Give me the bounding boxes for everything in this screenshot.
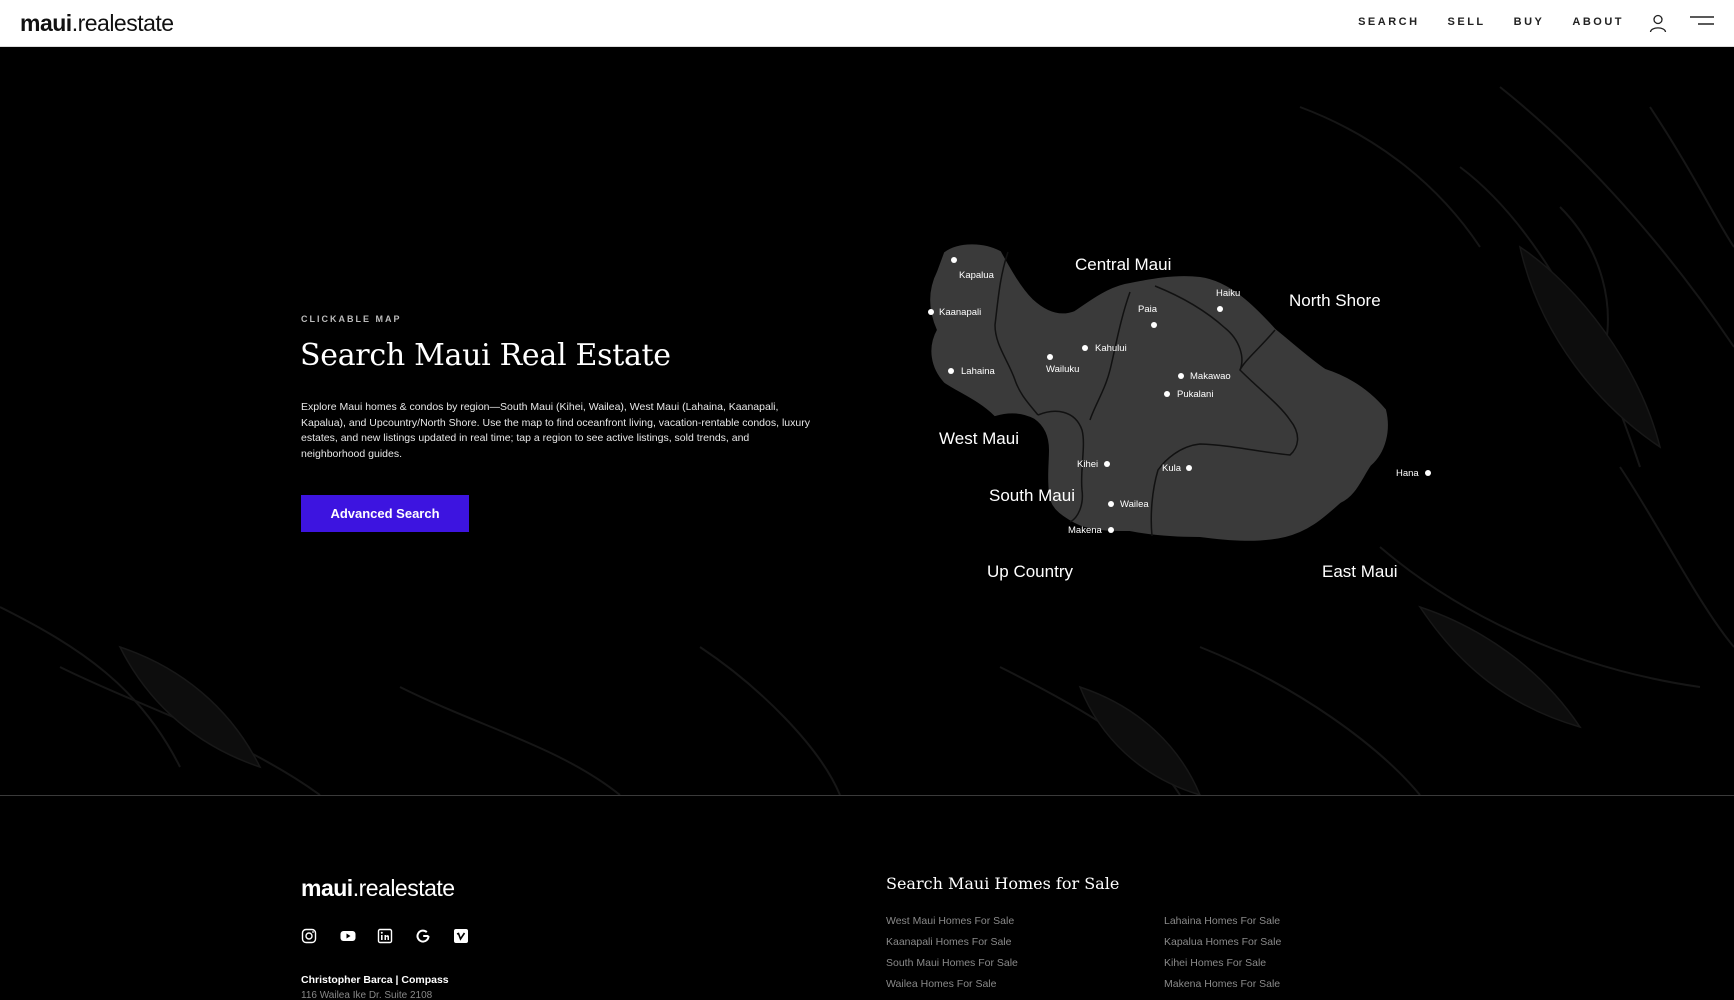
region-south-maui[interactable]: South Maui (989, 486, 1075, 505)
town-haiku[interactable]: Haiku (1216, 288, 1240, 299)
town-lahaina[interactable]: Lahaina (961, 366, 996, 377)
town-paia[interactable]: Paia (1138, 304, 1158, 315)
map-eyebrow: CLICKABLE MAP (301, 314, 402, 324)
footer-links-col-2: Lahaina Homes For Sale Kapalua Homes For… (1164, 914, 1281, 998)
nav-about[interactable]: ABOUT (1572, 16, 1624, 28)
company-address: 116 Wailea Ike Dr. Suite 2108 (301, 990, 433, 1000)
footer-link[interactable]: Kihei Homes For Sale (1164, 956, 1281, 977)
section-divider (0, 795, 1734, 796)
site-header: maui.realestate SEARCH SELL BUY ABOUT (0, 0, 1734, 47)
footer-link[interactable]: West Maui Homes For Sale (886, 914, 1018, 935)
town-kahului[interactable]: Kahului (1095, 343, 1127, 354)
footer-links-col-1: West Maui Homes For Sale Kaanapali Homes… (886, 914, 1018, 998)
town-hana[interactable]: Hana (1396, 468, 1419, 479)
nav-sell[interactable]: SELL (1448, 16, 1486, 28)
hero-section: CLICKABLE MAP Search Maui Real Estate Ex… (0, 47, 1734, 795)
footer-search-heading: Search Maui Homes for Sale (886, 874, 1120, 893)
town-wailuku[interactable]: Wailuku (1046, 364, 1079, 375)
town-pukalani[interactable]: Pukalani (1177, 389, 1213, 400)
linkedin-icon[interactable] (377, 928, 393, 944)
town-kula[interactable]: Kula (1162, 463, 1182, 474)
town-wailea[interactable]: Wailea (1120, 499, 1149, 510)
region-west-maui[interactable]: West Maui (939, 429, 1019, 448)
youtube-icon[interactable] (339, 928, 356, 944)
user-icon[interactable] (1648, 13, 1668, 33)
company-name: Christopher Barca | Compass (301, 974, 449, 986)
footer-logo[interactable]: maui.realestate (301, 875, 455, 902)
region-east-maui[interactable]: East Maui (1322, 562, 1398, 581)
footer-link[interactable]: Makena Homes For Sale (1164, 977, 1281, 998)
town-kapalua[interactable]: Kapalua (959, 270, 995, 281)
page-title: Search Maui Real Estate (300, 338, 671, 373)
site-logo[interactable]: maui.realestate (20, 10, 174, 37)
vimeo-icon[interactable] (453, 928, 469, 944)
footer-link[interactable]: Wailea Homes For Sale (886, 977, 1018, 998)
town-makena[interactable]: Makena (1068, 525, 1103, 536)
social-links (301, 928, 469, 944)
town-makawao[interactable]: Makawao (1190, 371, 1231, 382)
instagram-icon[interactable] (301, 928, 317, 944)
region-up-country[interactable]: Up Country (987, 562, 1073, 581)
nav-buy[interactable]: BUY (1514, 16, 1545, 28)
footer-link[interactable]: South Maui Homes For Sale (886, 956, 1018, 977)
footer-link[interactable]: Kapalua Homes For Sale (1164, 935, 1281, 956)
town-kihei[interactable]: Kihei (1077, 459, 1098, 470)
region-central-maui[interactable]: Central Maui (1075, 255, 1171, 274)
advanced-search-button[interactable]: Advanced Search (301, 495, 469, 532)
footer-link[interactable]: Kaanapali Homes For Sale (886, 935, 1018, 956)
hero-description: Explore Maui homes & condos by region—So… (301, 401, 810, 460)
town-kaanapali[interactable]: Kaanapali (939, 307, 981, 318)
main-nav: SEARCH SELL BUY ABOUT (1358, 16, 1624, 28)
maui-clickable-map[interactable]: Central Maui North Shore West Maui South… (900, 230, 1460, 610)
google-icon[interactable] (415, 928, 431, 944)
nav-search[interactable]: SEARCH (1358, 16, 1419, 28)
region-north-shore[interactable]: North Shore (1289, 291, 1381, 310)
menu-icon[interactable] (1688, 14, 1716, 30)
leaf-pattern-background (0, 86, 1734, 795)
footer-link[interactable]: Lahaina Homes For Sale (1164, 914, 1281, 935)
